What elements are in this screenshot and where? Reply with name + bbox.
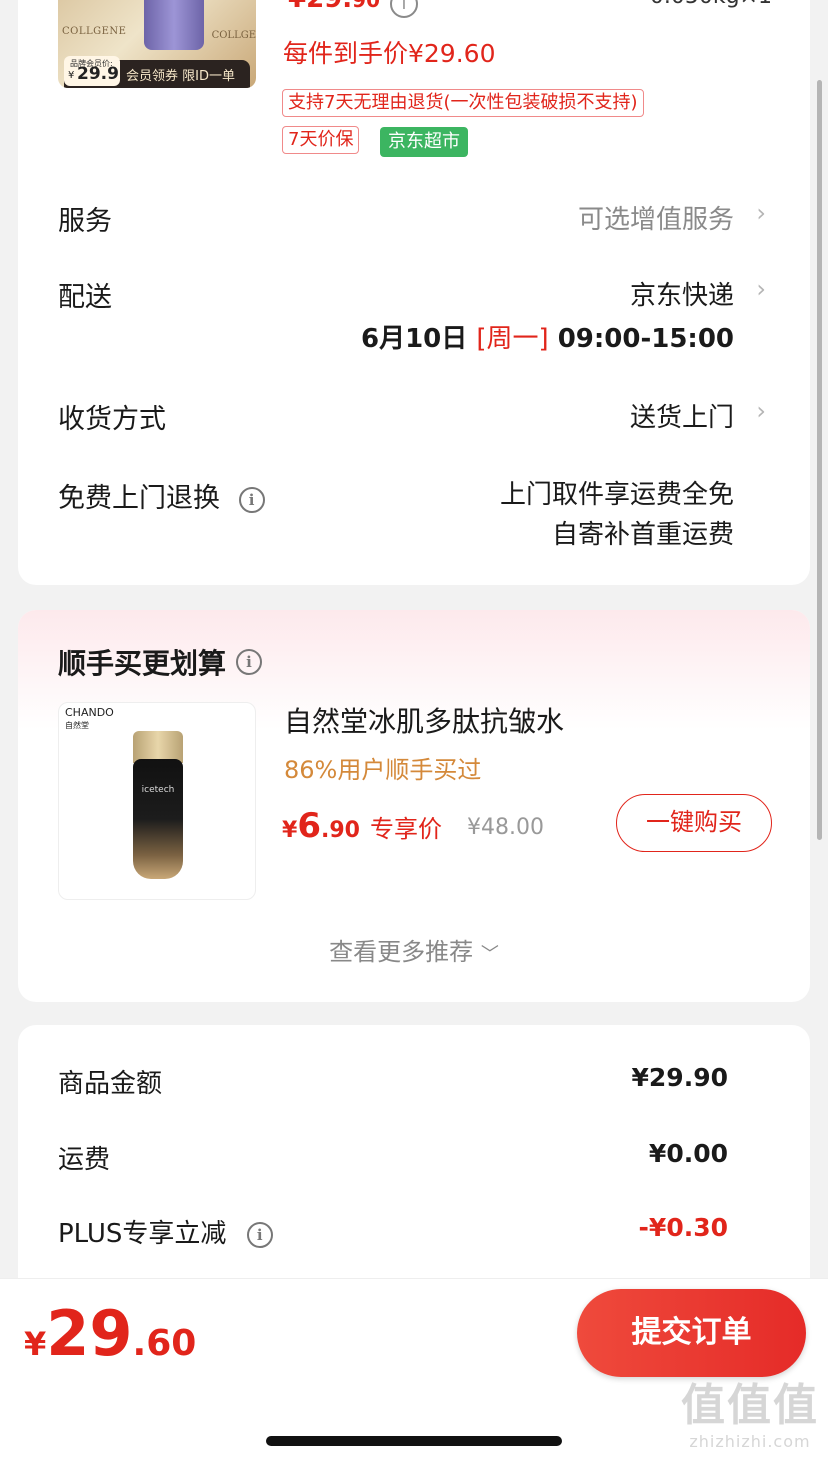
return-policy-tag: 支持7天无理由退货(一次性包装破损不支持) <box>282 89 644 117</box>
more-recommend-link[interactable]: 查看更多推荐 ﹀ <box>18 932 810 967</box>
product-price-int: ¥29. <box>288 0 352 14</box>
chando-logo-cn: 自然堂 <box>65 721 89 730</box>
recommend-product-name[interactable]: 自然堂冰肌多肽抗皱水 <box>284 700 564 740</box>
total-price: ¥29.60 <box>24 1297 196 1370</box>
free-return-line1: 上门取件享运费全免 <box>499 480 734 510</box>
delivery-value[interactable]: 京东快递 <box>630 275 734 312</box>
product-thumbnail[interactable]: COLLGENE COLLGE 品牌会员价: ¥ 29.9 会员领券 限ID一单 <box>58 0 256 88</box>
delivery-chevron-icon[interactable]: › <box>756 275 766 303</box>
free-return-line2: 自寄补首重运费 <box>551 520 734 550</box>
goods-amount-label: 商品金额 <box>58 1069 163 1099</box>
recommend-product-image[interactable]: CHANDO 自然堂 icetech <box>58 702 256 900</box>
recommend-card: 顺手买更划算 i CHANDO 自然堂 icetech 自然堂冰肌多肽抗皱水 8… <box>18 610 810 1002</box>
member-badge: 品牌会员价: ¥ 29.9 会员领券 限ID一单 <box>64 56 250 88</box>
recommend-title: 顺手买更划算 i <box>58 642 263 682</box>
total-price-int: 29 <box>46 1297 133 1370</box>
free-return-info-icon[interactable]: i <box>238 486 265 513</box>
site-watermark: 值值值 zhizhizhi.com <box>680 1380 820 1460</box>
plus-discount-label-text: PLUS专享立减 <box>58 1219 227 1249</box>
chevron-down-icon: ﹀ <box>480 944 499 965</box>
receive-method-label: 收货方式 <box>58 404 166 435</box>
shipping-label: 运费 <box>58 1145 111 1175</box>
watermark-url: zhizhizhi.com <box>689 1432 811 1451</box>
product-price: ¥29.90 <box>288 0 380 14</box>
service-value[interactable]: 可选增值服务 <box>578 199 734 236</box>
plus-info-icon[interactable]: i <box>246 1221 273 1248</box>
checkout-bar: ¥29.60 提交订单 <box>0 1278 828 1388</box>
member-coupon-text: 会员领券 限ID一单 <box>126 68 235 84</box>
plus-discount-value: -¥0.30 <box>638 1213 728 1242</box>
submit-order-button[interactable]: 提交订单 <box>577 1289 806 1377</box>
product-bottle-image <box>144 0 204 50</box>
service-chevron-icon[interactable]: › <box>756 199 766 227</box>
jd-supermarket-tag: 京东超市 <box>380 127 468 157</box>
reco-price-dec: .90 <box>320 818 360 843</box>
bottle-label: icetech <box>141 785 175 795</box>
chando-logo-en: CHANDO <box>65 706 114 719</box>
recommend-product-price: ¥6.90 专享价 <box>282 806 442 846</box>
one-click-buy-button[interactable]: 一键购买 <box>616 794 772 852</box>
delivery-weekday: [周一] <box>476 324 549 354</box>
reco-price-tag: 专享价 <box>369 815 442 843</box>
product-brand-right: COLLGE <box>211 30 256 41</box>
shipping-value: ¥0.00 <box>648 1139 728 1168</box>
receive-chevron-icon[interactable]: › <box>756 397 766 425</box>
scrollbar[interactable] <box>817 80 822 840</box>
price-info-icon[interactable]: i <box>390 0 418 18</box>
member-price-box: 品牌会员价: ¥ 29.9 <box>64 56 120 86</box>
arrival-price: 每件到手价¥29.60 <box>283 39 496 68</box>
recommend-info-icon[interactable]: i <box>236 649 263 675</box>
delivery-window: 09:00-15:00 <box>557 324 734 354</box>
product-weight: 0.050kg×1 <box>650 0 772 9</box>
product-price-dec: 90 <box>352 0 380 12</box>
total-price-dec: .60 <box>132 1323 197 1364</box>
delivery-date: 6月10日 <box>360 324 468 354</box>
delivery-label: 配送 <box>58 282 112 313</box>
bottle-body <box>133 759 183 879</box>
delivery-time[interactable]: 6月10日 [周一] 09:00-15:00 <box>361 318 734 355</box>
free-return-label: 免费上门退换 i <box>58 476 265 515</box>
service-label: 服务 <box>58 206 112 237</box>
reco-price-int: 6 <box>297 806 321 846</box>
chando-logo: CHANDO 自然堂 <box>65 707 114 732</box>
receive-method-value[interactable]: 送货上门 <box>630 397 734 434</box>
price-protect-tag: 7天价保 <box>282 126 360 154</box>
goods-amount-value: ¥29.90 <box>631 1063 728 1092</box>
member-price-yen: ¥ <box>68 70 75 81</box>
more-recommend-text: 查看更多推荐 <box>329 938 474 966</box>
plus-discount-label: PLUS专享立减 i <box>58 1213 273 1250</box>
recommend-title-text: 顺手买更划算 <box>58 647 227 680</box>
order-card: COLLGENE COLLGE 品牌会员价: ¥ 29.9 会员领券 限ID一单… <box>18 0 810 585</box>
member-price-value: 29.9 <box>77 64 119 84</box>
recommend-product-stat: 86%用户顺手买过 <box>284 756 482 784</box>
watermark-logo: 值值值 <box>681 1380 819 1431</box>
home-indicator[interactable] <box>266 1436 562 1446</box>
recommend-original-price: ¥48.00 <box>467 815 544 840</box>
reco-price-yen: ¥ <box>282 818 298 843</box>
total-price-yen: ¥ <box>24 1325 47 1363</box>
free-return-label-text: 免费上门退换 <box>58 483 220 514</box>
product-brand-left: COLLGENE <box>62 26 127 37</box>
